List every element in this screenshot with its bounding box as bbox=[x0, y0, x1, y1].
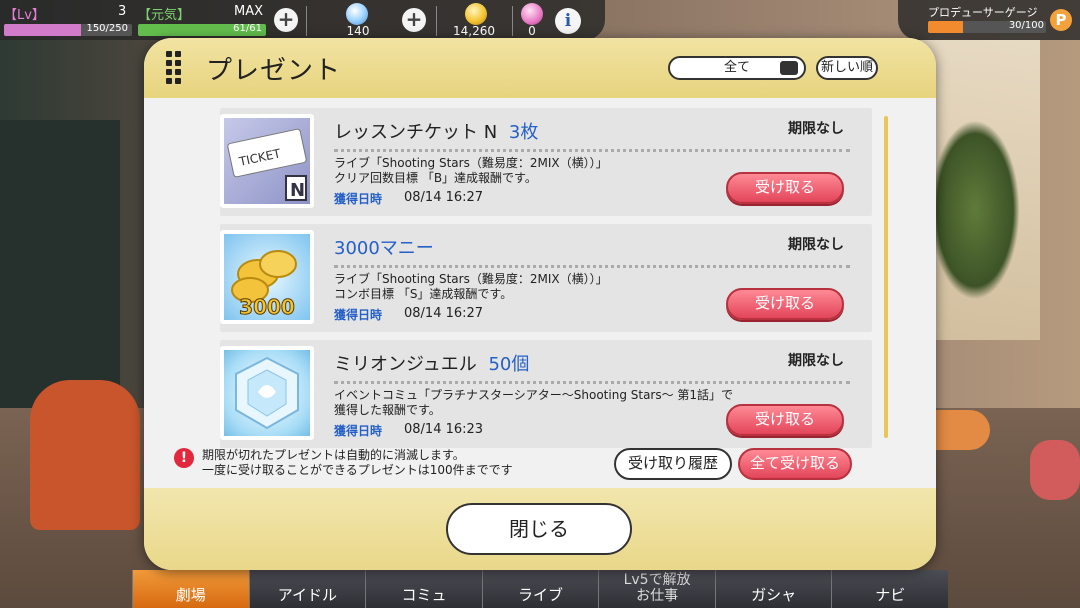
claim-button[interactable]: 受け取る bbox=[726, 404, 844, 436]
list-item: 3000 3000マニー 期限なし ライブ「Shooting Stars（難易度… bbox=[220, 224, 872, 332]
red-stool bbox=[1030, 440, 1080, 500]
description-line: ライブ「Shooting Stars（難易度：2MIX（横））」 bbox=[334, 272, 608, 286]
present-dialog: プレゼント 全て 新しい順 TICKET N レッスンチケット N 3枚 期限な… bbox=[144, 38, 936, 570]
bottom-navigation: 劇場 アイドル コミュ ライブ Lv5で解放 お仕事 ガシャ ナビ bbox=[132, 570, 949, 608]
close-button[interactable]: 閉じる bbox=[446, 503, 632, 555]
locked-label: Lv5で解放 bbox=[623, 572, 691, 588]
orange-chair bbox=[30, 380, 140, 530]
list-item: TICKET N レッスンチケット N 3枚 期限なし ライブ「Shooting… bbox=[220, 108, 872, 216]
scrollbar[interactable] bbox=[884, 116, 888, 438]
filter-label: 全て bbox=[723, 60, 750, 75]
warning-icon: ! bbox=[174, 448, 194, 468]
coin-icon bbox=[465, 3, 487, 25]
add-jewel-button[interactable]: + bbox=[402, 8, 426, 32]
dialog-header: プレゼント 全て 新しい順 bbox=[144, 38, 936, 98]
ticket-count: 0 bbox=[528, 24, 536, 38]
exp-text: 150/250 bbox=[86, 24, 128, 34]
notice-line: 期限が切れたプレゼントは自動的に消滅します。 bbox=[202, 448, 465, 462]
dialog-title: プレゼント bbox=[206, 56, 342, 86]
item-expiry: 期限なし bbox=[788, 121, 844, 137]
ticket-icon: TICKET N bbox=[227, 128, 307, 201]
item-name: ミリオンジュエル 50個 bbox=[334, 350, 529, 376]
tab-commu[interactable]: コミュ bbox=[365, 570, 482, 608]
present-list[interactable]: TICKET N レッスンチケット N 3枚 期限なし ライブ「Shooting… bbox=[208, 108, 872, 474]
jewel-icon bbox=[235, 356, 299, 430]
claim-button[interactable]: 受け取る bbox=[726, 288, 844, 320]
filter-toggle[interactable]: 全て bbox=[668, 56, 806, 80]
item-expiry: 期限なし bbox=[788, 237, 844, 253]
add-stamina-button[interactable]: + bbox=[274, 8, 298, 32]
dialog-footer: 閉じる bbox=[144, 488, 936, 570]
divider bbox=[334, 265, 850, 268]
stamina-text: 61/61 bbox=[233, 24, 262, 34]
level-value: 3 bbox=[118, 4, 127, 19]
ticket-rank: N bbox=[290, 180, 305, 201]
jewel-icon bbox=[346, 3, 368, 25]
ticket-icon bbox=[521, 3, 543, 25]
jewel-thumbnail bbox=[220, 346, 314, 440]
item-name: レッスンチケット N 3枚 bbox=[334, 118, 538, 144]
exp-bar: 150/250 bbox=[4, 24, 132, 36]
tab-idol[interactable]: アイドル bbox=[248, 570, 366, 608]
item-expiry: 期限なし bbox=[788, 353, 844, 369]
date-label: 獲得日時 bbox=[334, 308, 383, 322]
tab-navi[interactable]: ナビ bbox=[831, 570, 949, 608]
divider bbox=[436, 6, 437, 36]
claim-button[interactable]: 受け取る bbox=[726, 172, 844, 204]
notice-line: 一度に受け取ることができるプレゼントは100件までです bbox=[202, 463, 513, 477]
locked-sub-label: お仕事 bbox=[636, 588, 679, 604]
status-bar: 【Lv】 3 150/250 【元気】 MAX 61/61 + 140 + 14… bbox=[0, 0, 605, 40]
date-label: 獲得日時 bbox=[334, 424, 383, 438]
money-thumbnail: 3000 bbox=[220, 230, 314, 324]
divider bbox=[334, 149, 850, 152]
gauge-bar: 30/100 bbox=[928, 21, 1046, 33]
divider bbox=[306, 6, 307, 36]
info-button[interactable]: i bbox=[555, 8, 581, 34]
item-quantity: 50個 bbox=[488, 354, 530, 375]
ticket-thumbnail: TICKET N bbox=[220, 114, 314, 208]
description-line: イベントコミュ「プラチナスターシアター～Shooting Stars～ 第1話」… bbox=[334, 388, 734, 402]
divider bbox=[334, 381, 850, 384]
description-line: ライブ「Shooting Stars（難易度：2MIX（横））」 bbox=[334, 156, 608, 170]
tab-theater[interactable]: 劇場 bbox=[132, 570, 249, 608]
money-amount: 3000 bbox=[239, 295, 295, 319]
notice-text: 期限が切れたプレゼントは自動的に消滅します。 一度に受け取ることができるプレゼン… bbox=[202, 448, 513, 478]
stamina-max-label: MAX bbox=[234, 4, 264, 19]
date-value: 08/14 16:27 bbox=[404, 306, 484, 321]
sort-button[interactable]: 新しい順 bbox=[816, 56, 878, 80]
producer-gauge[interactable]: プロデューサーゲージ 30/100 P bbox=[898, 0, 1080, 40]
claim-all-button[interactable]: 全て受け取る bbox=[738, 448, 852, 480]
date-label: 獲得日時 bbox=[334, 192, 383, 206]
stamina-label: 【元気】 bbox=[138, 8, 191, 23]
stamina-bar: 61/61 bbox=[138, 24, 266, 36]
date-value: 08/14 16:23 bbox=[404, 422, 484, 437]
jewel-count: 140 bbox=[346, 24, 370, 38]
plant bbox=[930, 120, 1020, 300]
grip-icon bbox=[166, 51, 182, 85]
tab-gacha[interactable]: ガシャ bbox=[714, 570, 832, 608]
item-title: 3000マニー bbox=[334, 238, 434, 259]
item-quantity: 3枚 bbox=[508, 122, 539, 143]
history-button[interactable]: 受け取り履歴 bbox=[614, 448, 732, 480]
list-item: ミリオンジュエル 50個 期限なし イベントコミュ「プラチナスターシアター～Sh… bbox=[220, 340, 872, 448]
item-title: レッスンチケット N bbox=[334, 122, 498, 143]
item-name: 3000マニー bbox=[334, 234, 440, 260]
date-value: 08/14 16:27 bbox=[404, 190, 484, 205]
p-icon: P bbox=[1050, 9, 1072, 31]
money-count: 14,260 bbox=[453, 24, 495, 38]
coins-icon: 3000 bbox=[231, 250, 297, 320]
tab-work-locked[interactable]: Lv5で解放 お仕事 bbox=[598, 570, 715, 608]
bookshelf bbox=[0, 120, 120, 420]
level-label: 【Lv】 bbox=[4, 8, 45, 23]
gauge-value: 30/100 bbox=[1008, 21, 1044, 31]
gauge-label: プロデューサーゲージ bbox=[928, 6, 1038, 19]
tab-live[interactable]: ライブ bbox=[481, 570, 599, 608]
toggle-icon bbox=[780, 61, 798, 75]
item-title: ミリオンジュエル bbox=[334, 354, 477, 375]
